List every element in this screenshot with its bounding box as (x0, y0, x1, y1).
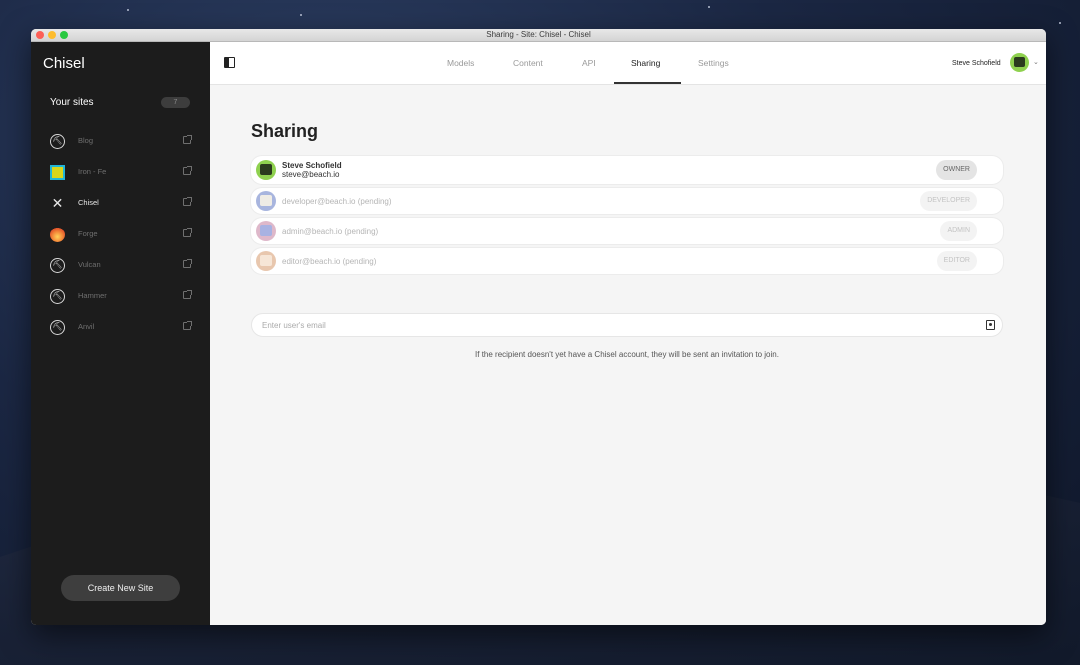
main-content: Sharing Steve Schofield steve@beach.io O… (210, 86, 1046, 625)
avatar (256, 160, 276, 180)
site-name: Anvil (78, 322, 95, 331)
external-link-icon[interactable] (183, 321, 192, 330)
member-row-developer: developer@beach.io (pending) DEVELOPER (251, 188, 1003, 214)
site-name: Chisel (78, 198, 99, 207)
member-email-pending: editor@beach.io (pending) (282, 257, 377, 266)
role-badge-editor[interactable]: EDITOR (936, 251, 977, 271)
pickaxe-icon: ⛏ (50, 134, 65, 149)
pickaxe-icon: ⛏ (50, 320, 65, 335)
external-link-icon[interactable] (183, 135, 192, 144)
sidebar-toggle-icon[interactable] (224, 57, 235, 68)
window-title: Sharing - Site: Chisel - Chisel (486, 30, 591, 39)
iron-square-icon (50, 165, 65, 180)
create-new-site-button[interactable]: Create New Site (61, 575, 180, 601)
sidebar-item-chisel[interactable]: ✕ Chisel (31, 188, 210, 219)
role-badge-admin[interactable]: ADMIN (940, 221, 977, 241)
sidebar: Chisel Your sites 7 ⛏ Blog Iron - Fe ✕ C… (31, 42, 210, 625)
page-title: Sharing (251, 121, 319, 141)
tab-content[interactable]: Content (513, 58, 543, 68)
avatar (256, 251, 276, 271)
star (1059, 22, 1061, 24)
invite-hint-text: If the recipient doesn't yet have a Chis… (475, 350, 779, 359)
site-name: Iron - Fe (78, 167, 107, 176)
top-navigation: Models Content API Sharing Settings Stev… (210, 42, 1046, 85)
chisel-cross-icon: ✕ (51, 195, 64, 211)
tab-sharing[interactable]: Sharing (631, 58, 660, 68)
sidebar-item-forge[interactable]: Forge (31, 219, 210, 250)
external-link-icon[interactable] (183, 290, 192, 299)
sidebar-item-blog[interactable]: ⛏ Blog (31, 126, 210, 157)
pickaxe-icon: ⛏ (50, 289, 65, 304)
title-bar: Sharing - Site: Chisel - Chisel (31, 29, 1046, 42)
avatar (256, 191, 276, 211)
member-email-pending: developer@beach.io (pending) (282, 197, 392, 206)
pickaxe-icon: ⛏ (50, 258, 65, 273)
member-row-admin: admin@beach.io (pending) ADMIN (251, 218, 1003, 244)
external-link-icon[interactable] (183, 259, 192, 268)
sidebar-item-iron-fe[interactable]: Iron - Fe (31, 157, 210, 188)
external-link-icon[interactable] (183, 228, 192, 237)
role-badge-owner: OWNER (936, 160, 977, 180)
role-badge-developer[interactable]: DEVELOPER (920, 191, 977, 211)
avatar (256, 221, 276, 241)
site-name: Forge (78, 229, 98, 238)
brand-logo[interactable]: Chisel (43, 55, 85, 72)
star (300, 14, 302, 16)
member-name: Steve Schofield (282, 161, 342, 170)
site-name: Vulcan (78, 260, 101, 269)
your-sites-heading: Your sites (50, 97, 94, 108)
sidebar-item-vulcan[interactable]: ⛏ Vulcan (31, 250, 210, 281)
site-name: Hammer (78, 291, 107, 300)
site-list: ⛏ Blog Iron - Fe ✕ Chisel Forge ⛏ Vulcan… (31, 126, 210, 343)
sidebar-item-hammer[interactable]: ⛏ Hammer (31, 281, 210, 312)
tab-api[interactable]: API (582, 58, 596, 68)
star (127, 9, 129, 11)
sidebar-item-anvil[interactable]: ⛏ Anvil (31, 312, 210, 343)
invite-email-input[interactable] (251, 313, 1003, 337)
external-link-icon[interactable] (183, 166, 192, 175)
external-link-icon[interactable] (183, 197, 192, 206)
tab-settings[interactable]: Settings (698, 58, 729, 68)
current-user-name[interactable]: Steve Schofield (952, 60, 1001, 67)
forge-flame-icon (50, 227, 65, 242)
active-tab-indicator (614, 82, 681, 84)
member-row-owner: Steve Schofield steve@beach.io OWNER (251, 156, 1003, 184)
member-email: steve@beach.io (282, 170, 340, 179)
site-name: Blog (78, 136, 94, 145)
contacts-icon[interactable] (986, 320, 995, 330)
star (708, 6, 710, 8)
tab-models[interactable]: Models (447, 58, 474, 68)
member-email-pending: admin@beach.io (pending) (282, 227, 379, 236)
member-row-editor: editor@beach.io (pending) EDITOR (251, 248, 1003, 274)
app-window: Sharing - Site: Chisel - Chisel Chisel Y… (31, 29, 1046, 625)
avatar[interactable] (1010, 53, 1029, 72)
chevron-down-icon[interactable]: ⌄ (1033, 58, 1039, 66)
site-count-badge: 7 (161, 97, 190, 108)
